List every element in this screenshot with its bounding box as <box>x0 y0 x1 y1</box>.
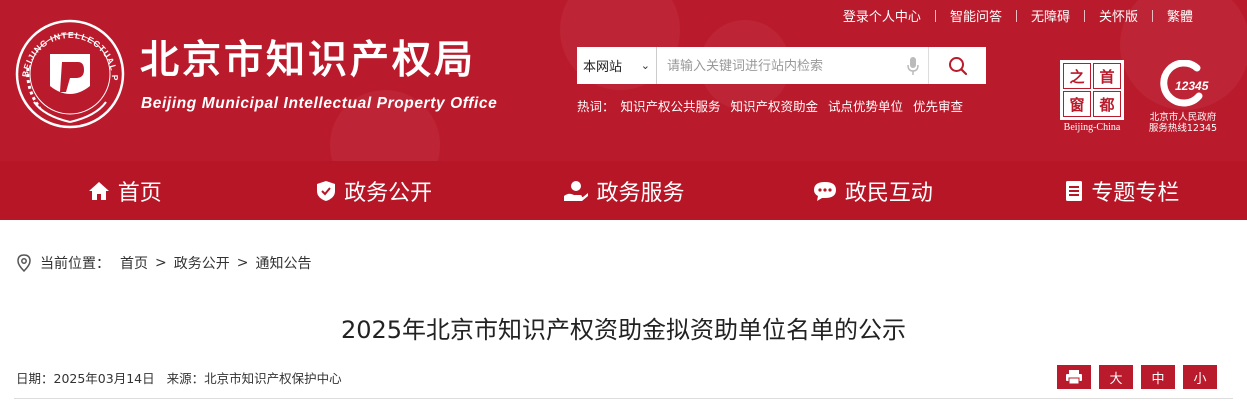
search-bar: 本网站 ⌄ <box>577 47 986 84</box>
nav-item-special-topics[interactable]: 专题专栏 <box>998 161 1247 220</box>
breadcrumb-home-link[interactable]: 首页 <box>120 253 148 273</box>
capital-char: 窗 <box>1063 91 1091 117</box>
capital-window-caption: Beijing-China <box>1063 122 1121 133</box>
hotline-caption-line2: 服务热线12345 <box>1148 123 1218 134</box>
site-subtitle: Beijing Municipal Intellectual Property … <box>141 95 498 112</box>
document-list-icon <box>1066 180 1083 201</box>
hotline-caption-line1: 北京市人民政府 <box>1149 112 1217 123</box>
divider <box>14 398 1233 399</box>
font-size-small-button[interactable]: 小 <box>1183 365 1217 389</box>
nav-item-label: 政务服务 <box>596 180 685 206</box>
care-mode-link[interactable]: 关怀版 <box>1085 6 1152 25</box>
breadcrumb: 当前位置： 首页 > 政务公开 > 通知公告 <box>16 253 311 273</box>
shield-icon <box>317 180 336 201</box>
search-icon <box>948 56 967 75</box>
traditional-chinese-link[interactable]: 繁體 <box>1153 6 1207 25</box>
hot-words: 热词： 知识产权公共服务 知识产权资助金 试点优势单位 优先审查 <box>577 96 969 115</box>
smart-qa-link[interactable]: 智能问答 <box>936 6 1016 25</box>
capital-window-badge: 之 首 窗 都 <box>1060 60 1124 120</box>
hot-word-link[interactable]: 知识产权资助金 <box>731 99 819 114</box>
nav-item-label: 专题专栏 <box>1091 180 1180 206</box>
breadcrumb-notices-link[interactable]: 通知公告 <box>255 253 311 273</box>
article-tools: 大 中 小 <box>1057 365 1217 389</box>
nav-item-government-services[interactable]: 政务服务 <box>499 161 748 220</box>
hot-word-link[interactable]: 优先审查 <box>913 99 963 114</box>
service-hand-icon <box>563 180 588 201</box>
site-header: 登录个人中心 智能问答 无障碍 关怀版 繁體 BEIJING INTELLECT… <box>0 0 1247 161</box>
font-size-large-button[interactable]: 大 <box>1099 365 1133 389</box>
breadcrumb-label: 当前位置： <box>40 256 110 272</box>
article-date: 日期：2025年03月14日 <box>16 371 155 386</box>
article-meta: 日期：2025年03月14日 来源：北京市知识产权保护中心 <box>16 368 350 387</box>
breadcrumb-separator: > <box>155 255 167 271</box>
top-links: 登录个人中心 智能问答 无障碍 关怀版 繁體 <box>829 6 1207 25</box>
nav-item-label: 政务公开 <box>344 180 433 206</box>
voice-search-button[interactable] <box>898 47 928 84</box>
location-pin-icon <box>17 254 31 272</box>
site-emblem[interactable]: BEIJING INTELLECTUAL PROPERTY <box>10 10 126 130</box>
hotline-number: 12345 <box>1175 79 1209 93</box>
home-icon <box>88 181 109 200</box>
search-scope-value: 本网站 <box>583 60 623 75</box>
breadcrumb-separator: > <box>236 255 249 271</box>
hotline-12345-logo[interactable]: 12345 北京市人民政府 服务热线12345 <box>1148 59 1218 134</box>
nav-item-government-affairs[interactable]: 政务公开 <box>249 161 498 220</box>
emblem-logo-icon: BEIJING INTELLECTUAL PROPERTY <box>10 10 125 129</box>
nav-item-home[interactable]: 首页 <box>0 161 249 220</box>
chat-bubble-icon <box>813 181 836 201</box>
hot-word-link[interactable]: 试点优势单位 <box>828 99 903 114</box>
nav-item-public-interaction[interactable]: 政民互动 <box>748 161 997 220</box>
capital-char: 首 <box>1093 63 1121 89</box>
article-source: 来源：北京市知识产权保护中心 <box>166 371 342 386</box>
site-title[interactable]: 北京市知识产权局 <box>140 36 476 84</box>
chevron-down-icon: ⌄ <box>640 59 650 72</box>
login-link[interactable]: 登录个人中心 <box>829 6 935 25</box>
capital-window-logo[interactable]: 之 首 窗 都 Beijing-China <box>1060 60 1124 134</box>
hotline-logo-icon: 12345 <box>1160 59 1209 107</box>
accessibility-link[interactable]: 无障碍 <box>1017 6 1084 25</box>
print-button[interactable] <box>1057 365 1091 389</box>
main-nav: 首页 政务公开 政务服务 政民互动 专题专栏 <box>0 161 1247 220</box>
printer-icon <box>1066 370 1082 385</box>
search-button[interactable] <box>928 47 986 84</box>
search-scope-select[interactable]: 本网站 ⌄ <box>577 47 657 84</box>
hot-word-link[interactable]: 知识产权公共服务 <box>621 99 721 114</box>
nav-item-label: 首页 <box>117 180 162 206</box>
article-title: 2025年北京市知识产权资助金拟资助单位名单的公示 <box>340 316 907 344</box>
capital-char: 之 <box>1063 63 1091 89</box>
microphone-icon <box>907 56 919 75</box>
search-input[interactable] <box>657 47 898 84</box>
breadcrumb-government-affairs-link[interactable]: 政务公开 <box>174 253 230 273</box>
font-size-medium-button[interactable]: 中 <box>1141 365 1175 389</box>
capital-char: 都 <box>1093 91 1121 117</box>
nav-item-label: 政民互动 <box>844 180 933 206</box>
hot-words-label: 热词： <box>577 99 615 114</box>
